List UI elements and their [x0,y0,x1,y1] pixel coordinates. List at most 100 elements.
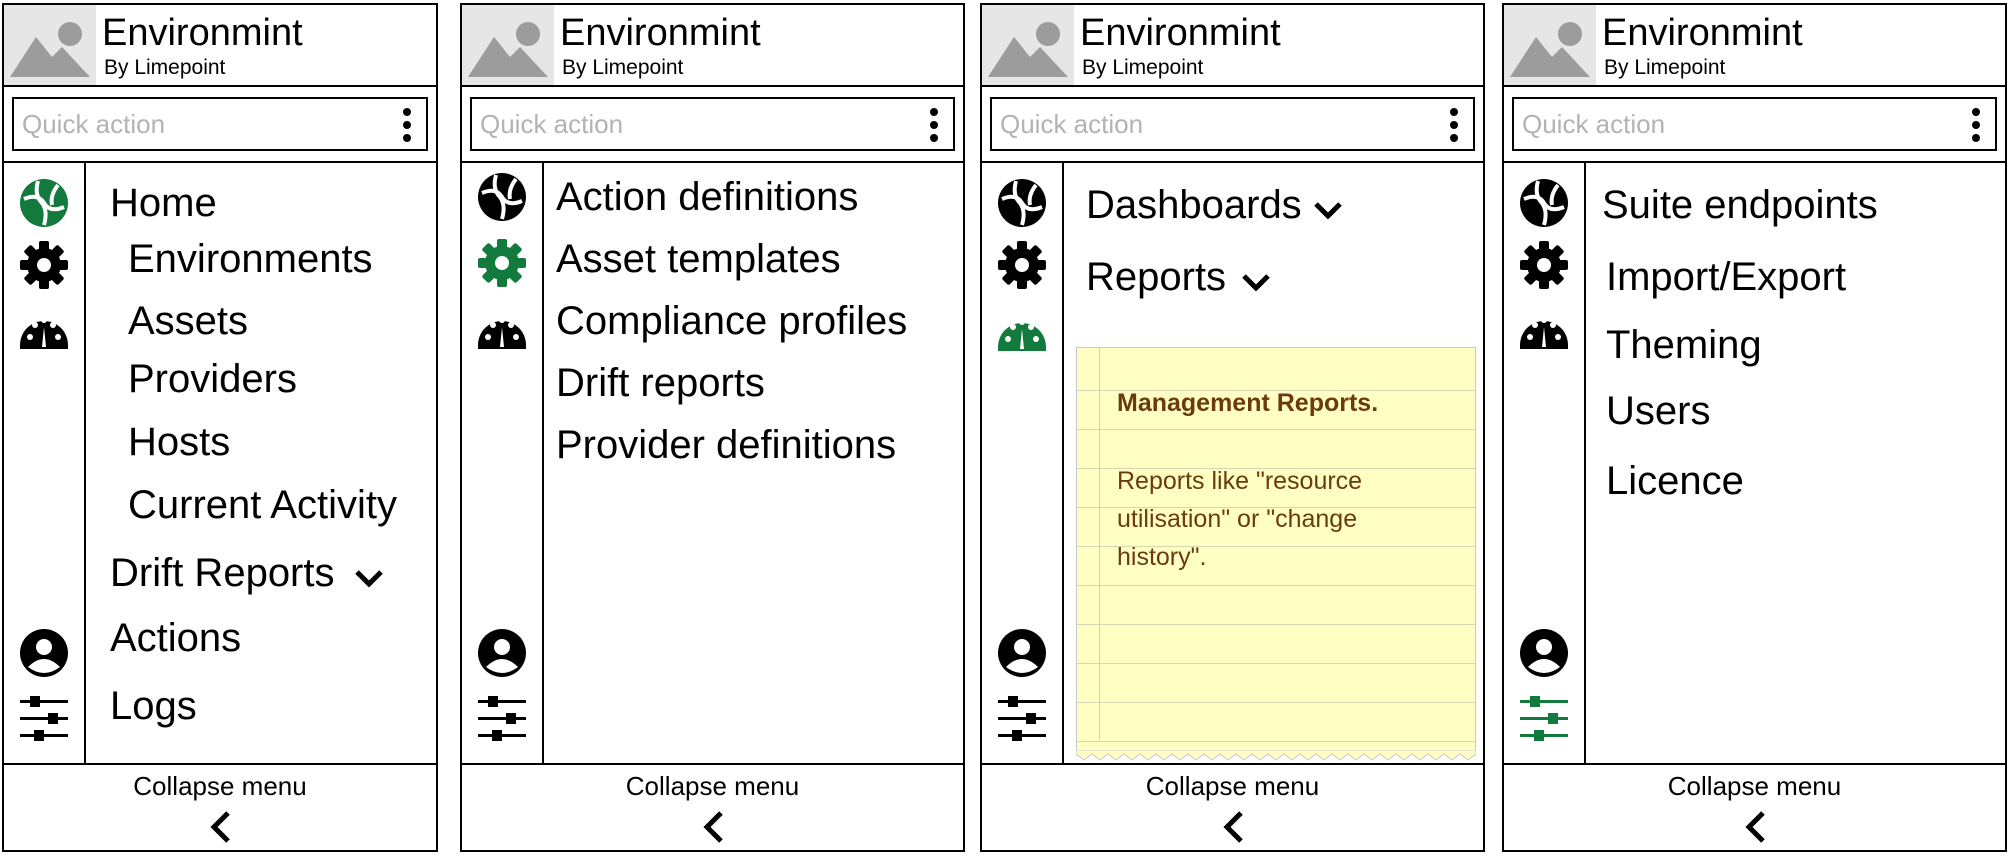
collapse-menu-label: Collapse menu [1667,771,1842,801]
collapse-menu-label: Collapse menu [1145,771,1320,801]
user-icon[interactable] [18,627,70,679]
nav-item-action-definitions[interactable]: Action definitions [556,173,858,221]
nav-item-theming[interactable]: Theming [1606,321,1762,369]
nav-item-compliance-profiles[interactable]: Compliance profiles [556,297,907,345]
nav-panel-home: Environmint By Limepoint Home Environmen… [2,3,438,852]
chevron-down-icon [1312,183,1344,231]
nav-menu: Suite endpoints Import/Export Theming Us… [1586,163,2005,765]
app-logo-placeholder [982,5,1074,85]
icon-rail [982,163,1064,765]
nav-item-label: Reports [1086,255,1227,299]
nav-item-provider-definitions[interactable]: Provider definitions [556,421,896,469]
collapse-menu-button[interactable]: Collapse menu [982,763,1483,850]
nav-item-hosts[interactable]: Hosts [128,418,230,466]
app-title: Environmint [1080,12,1281,54]
chevron-left-icon [206,809,234,850]
globe-icon[interactable] [18,177,70,229]
nav-item-environments[interactable]: Environments [128,235,373,283]
collapse-menu-button[interactable]: Collapse menu [1504,763,2005,850]
quick-action-input[interactable] [1514,99,1899,149]
chevron-down-icon [353,551,385,599]
app-logo-placeholder [462,5,554,85]
user-icon[interactable] [476,627,528,679]
quick-action-box [470,97,955,151]
more-options-icon[interactable] [402,108,412,142]
user-icon[interactable] [996,627,1048,679]
chevron-left-icon [1741,809,1769,850]
dashboard-gauge-icon[interactable] [1518,301,1570,353]
nav-item-dashboards[interactable]: Dashboards [1086,181,1344,231]
nav-item-actions[interactable]: Actions [110,614,241,662]
nav-menu: Dashboards Reports Management Reports. R… [1064,163,1483,765]
more-options-icon[interactable] [929,108,939,142]
collapse-menu-label: Collapse menu [133,771,307,801]
app-header: Environmint By Limepoint [982,5,1483,87]
nav-item-import-export[interactable]: Import/Export [1606,253,1846,301]
gear-icon[interactable] [476,237,528,289]
nav-menu: Home Environments Assets Providers Hosts… [86,163,436,765]
collapse-menu-button[interactable]: Collapse menu [4,763,436,850]
quick-action-input[interactable] [14,99,344,149]
sliders-icon[interactable] [476,693,528,745]
sliders-icon[interactable] [1518,693,1570,745]
nav-item-reports[interactable]: Reports [1086,253,1272,303]
icon-rail [1504,163,1586,765]
nav-item-drift-reports[interactable]: Drift Reports [110,549,385,599]
quick-action-box [1512,97,1997,151]
app-logo-placeholder [1504,5,1596,85]
nav-menu: Action definitions Asset templates Compl… [544,163,963,765]
nav-item-label: Drift Reports [110,551,335,595]
quick-action-box [12,97,428,151]
dashboard-gauge-icon[interactable] [18,301,70,353]
nav-item-label: Dashboards [1086,183,1302,227]
app-logo-placeholder [4,5,96,85]
dashboard-gauge-icon[interactable] [476,301,528,353]
nav-item-assets[interactable]: Assets [128,297,248,345]
note-title: Management Reports. [1117,389,1379,417]
chevron-left-icon [699,809,727,850]
nav-item-home[interactable]: Home [110,179,217,227]
app-title: Environmint [560,12,761,54]
nav-item-users[interactable]: Users [1606,387,1710,435]
sliders-icon[interactable] [996,693,1048,745]
icon-rail [4,163,86,765]
app-header: Environmint By Limepoint [462,5,963,87]
app-header: Environmint By Limepoint [4,5,436,87]
user-icon[interactable] [1518,627,1570,679]
gear-icon[interactable] [996,239,1048,291]
nav-item-logs[interactable]: Logs [110,682,197,730]
nav-panel-dashboards: Environmint By Limepoint Dashboards Repo… [980,3,1485,852]
app-title: Environmint [1602,12,1803,54]
nav-panel-admin: Environmint By Limepoint Suite endpoints… [1502,3,2007,852]
nav-item-suite-endpoints[interactable]: Suite endpoints [1602,181,1878,229]
chevron-left-icon [1219,809,1247,850]
gear-icon[interactable] [18,239,70,291]
quick-action-input[interactable] [472,99,857,149]
sliders-icon[interactable] [18,693,70,745]
icon-rail [462,163,544,765]
sticky-note: Management Reports. Reports like "resour… [1076,347,1476,761]
app-title: Environmint [102,12,303,54]
globe-icon[interactable] [996,177,1048,229]
quick-action-input[interactable] [992,99,1377,149]
globe-icon[interactable] [476,171,528,223]
nav-panel-settings: Environmint By Limepoint Action definiti… [460,3,965,852]
gear-icon[interactable] [1518,239,1570,291]
more-options-icon[interactable] [1449,108,1459,142]
note-body: Reports like "resource utilisation" or "… [1117,467,1363,571]
nav-item-drift-reports[interactable]: Drift reports [556,359,765,407]
app-subtitle: By Limepoint [562,56,684,79]
nav-item-current-activity[interactable]: Current Activity [128,481,397,529]
nav-item-asset-templates[interactable]: Asset templates [556,235,841,283]
nav-item-licence[interactable]: Licence [1606,457,1744,505]
collapse-menu-button[interactable]: Collapse menu [462,763,963,850]
app-subtitle: By Limepoint [1604,56,1726,79]
dashboard-gauge-icon[interactable] [996,303,1048,355]
nav-item-providers[interactable]: Providers [128,355,297,403]
app-subtitle: By Limepoint [1082,56,1204,79]
more-options-icon[interactable] [1971,108,1981,142]
note-torn-edge [1076,750,1476,761]
app-subtitle: By Limepoint [104,56,226,79]
globe-icon[interactable] [1518,177,1570,229]
app-header: Environmint By Limepoint [1504,5,2005,87]
